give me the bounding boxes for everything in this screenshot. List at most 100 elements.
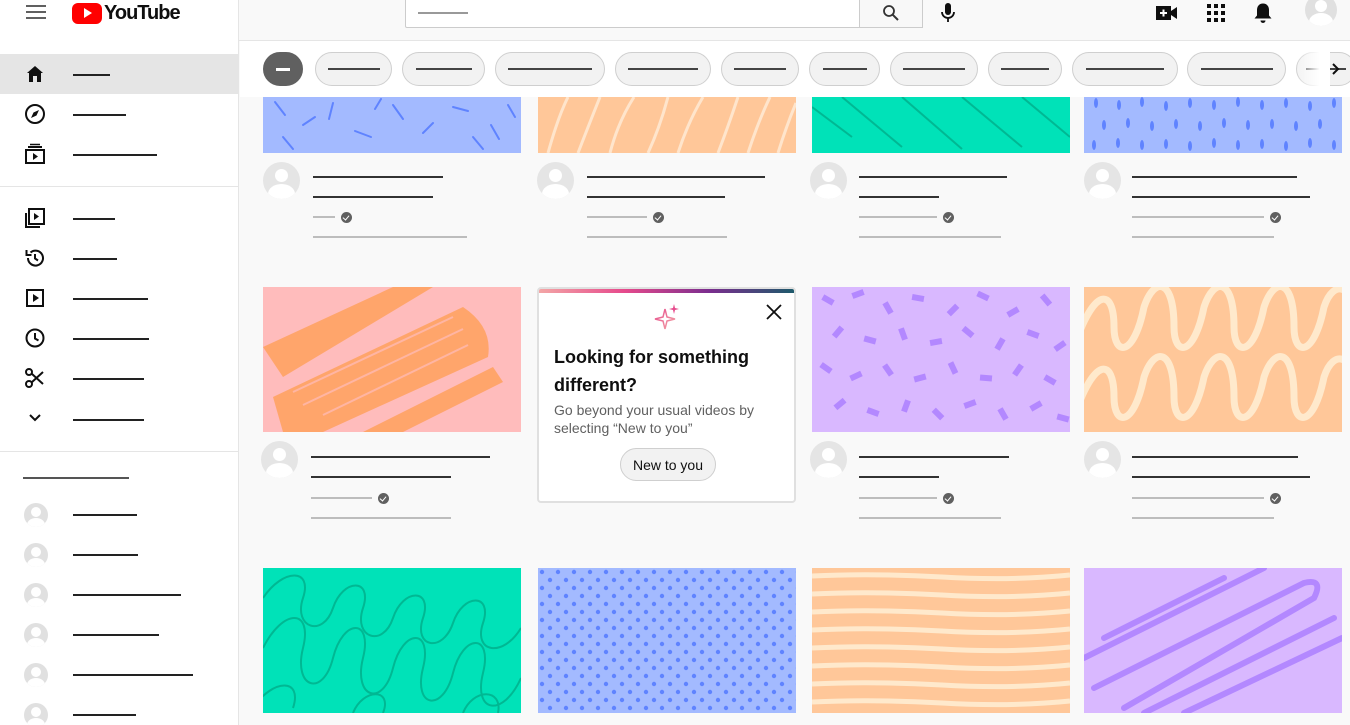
chip[interactable] [721,52,799,86]
chip[interactable] [809,52,880,86]
chip[interactable] [402,52,485,86]
create-button[interactable] [1155,2,1179,24]
your-videos-icon [24,287,46,309]
video-thumbnail[interactable] [1084,97,1342,153]
channel-avatar[interactable] [537,162,574,199]
channel-name-line[interactable] [587,216,647,218]
video-title-line[interactable] [859,176,1007,178]
channel-name-line[interactable] [1132,216,1264,218]
thumbnail-pattern [263,97,521,153]
sidebar-item-show-more[interactable] [0,398,238,438]
verified-check-icon [341,212,352,223]
video-thumbnail[interactable] [1084,287,1342,432]
video-thumbnail[interactable] [812,568,1070,713]
video-thumbnail[interactable] [812,97,1070,153]
video-title-line[interactable] [587,196,725,198]
search-input[interactable] [405,0,860,28]
video-title-line[interactable] [859,476,939,478]
video-thumbnail[interactable] [1084,568,1342,713]
channel-avatar[interactable] [261,441,298,478]
subscription-avatar[interactable] [24,583,48,607]
channel-avatar[interactable] [1084,441,1121,478]
sidebar-item-history[interactable] [0,238,238,278]
subscription-name[interactable] [73,594,181,596]
video-title-line[interactable] [311,456,490,458]
video-thumbnail[interactable] [812,287,1070,432]
subscription-avatar[interactable] [24,663,48,687]
video-title-line[interactable] [859,456,1009,458]
chip[interactable] [615,52,711,86]
thumbnail-pattern [263,568,521,713]
video-title-line[interactable] [313,196,433,198]
video-title-line[interactable] [859,196,939,198]
sidebar-item-your-videos[interactable] [0,278,238,318]
thumbnail-pattern [1084,97,1342,153]
chip[interactable] [890,52,978,86]
sidebar-item-explore[interactable] [0,94,238,134]
thumbnail-pattern [1084,287,1342,432]
new-to-you-popup: Looking for something different? Go beyo… [537,287,796,503]
channel-name-line[interactable] [859,216,937,218]
subscription-name[interactable] [73,674,193,676]
sidebar-item-home[interactable] [0,54,238,94]
video-thumbnail[interactable] [263,97,521,153]
chip[interactable] [315,52,392,86]
channel-name-line[interactable] [1132,497,1264,499]
subscription-name[interactable] [73,714,136,716]
sidebar-item-subscriptions[interactable] [0,134,238,174]
video-thumbnail[interactable] [538,97,796,153]
subscription-name[interactable] [73,554,138,556]
channel-avatar[interactable] [810,441,847,478]
channel-name-line[interactable] [311,497,372,499]
close-icon[interactable] [765,303,783,321]
subscription-name[interactable] [73,514,137,516]
sidebar-item-clips[interactable] [0,358,238,398]
video-stats-line [1132,236,1274,238]
subscription-name[interactable] [73,634,159,636]
chip[interactable] [1072,52,1178,86]
sidebar-item-label [73,419,144,421]
chip[interactable] [988,52,1062,86]
verified-check-icon [378,493,389,504]
video-title-line[interactable] [1132,476,1310,478]
video-thumbnail[interactable] [263,568,521,713]
channel-avatar[interactable] [1084,162,1121,199]
subscription-avatar[interactable] [24,703,48,725]
video-title-line[interactable] [1132,196,1310,198]
video-stats-line [1132,517,1274,519]
youtube-logo[interactable]: YouTube [72,0,181,26]
subscription-avatar[interactable] [24,543,48,567]
sidebar-item-library[interactable] [0,198,238,238]
notifications-button[interactable] [1251,2,1275,24]
subscription-avatar[interactable] [24,623,48,647]
popup-title: Looking for something different? [554,347,749,395]
chip[interactable] [495,52,605,86]
user-avatar[interactable] [1305,0,1337,26]
channel-name-line[interactable] [859,497,937,499]
library-icon [24,207,46,229]
verified-check-icon [1270,212,1281,223]
apps-button[interactable] [1204,2,1228,24]
chip-all[interactable] [263,52,303,86]
new-to-you-button[interactable]: New to you [620,448,716,481]
channel-avatar[interactable] [263,162,300,199]
video-thumbnail[interactable] [263,287,521,432]
channel-avatar[interactable] [810,162,847,199]
video-title-line[interactable] [1132,176,1297,178]
mic-button[interactable] [938,2,958,24]
chips-next-button[interactable] [1325,59,1345,79]
video-title-line[interactable] [313,176,443,178]
video-thumbnail[interactable] [538,568,796,713]
video-title-line[interactable] [587,176,765,178]
video-title-line[interactable] [311,476,451,478]
sparkle-icon [654,304,679,330]
search-button[interactable] [859,0,923,28]
sidebar-item-watch-later[interactable] [0,318,238,358]
channel-name-line[interactable] [313,216,335,218]
chip[interactable] [1187,52,1286,86]
subscriptions-icon [24,143,46,165]
chevron-down-icon [24,407,46,429]
video-title-line[interactable] [1132,456,1298,458]
hamburger-menu-icon[interactable] [26,5,46,21]
subscription-avatar[interactable] [24,503,48,527]
